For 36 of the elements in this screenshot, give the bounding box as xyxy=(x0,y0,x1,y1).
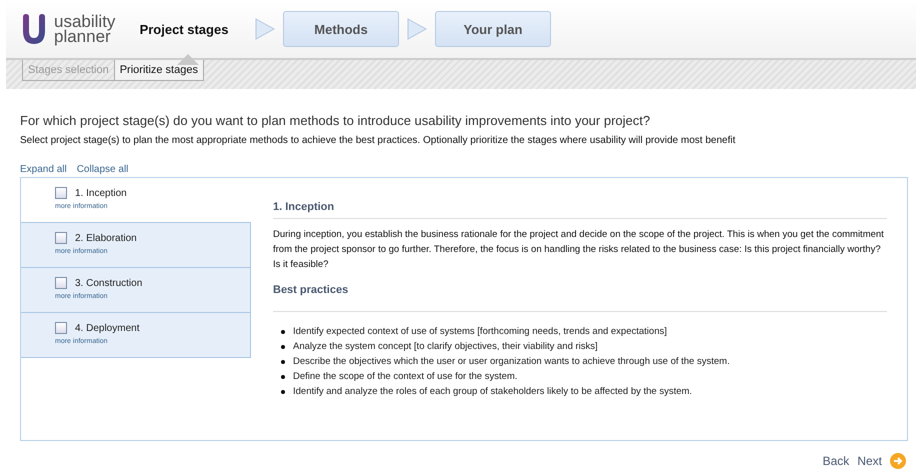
bullet-icon xyxy=(281,330,285,334)
practice-item: Define the scope of the context of use for the system. xyxy=(293,370,518,384)
practice-item: Identify and analyze the roles of each group of stakeholders likely to be affected by the system. xyxy=(293,385,692,399)
stage-title: 1. Inception xyxy=(273,201,887,219)
intro-text: Select project stage(s) to plan the most appropriate methods to achieve the best practices. Optionally prioritize the stages where usability will provide most benefit xyxy=(20,135,736,146)
logo-text: planner xyxy=(54,29,111,44)
checkbox[interactable] xyxy=(55,277,67,289)
sub-tab[interactable]: Prioritize stages xyxy=(114,60,204,81)
checkbox[interactable] xyxy=(55,232,67,244)
bullet-icon xyxy=(281,390,285,394)
question-heading: For which project stage(s) do you want to plan methods to introduce usability improvements into your project? xyxy=(20,113,652,128)
stage-description: During inception, you establish the business rationale for the project and decide on the scope of the project. This is when you get the commitment from the project sponsor to go further. Therefore, the focus is on handling the risks related to the business case: Is this project financially worthy? Is it feasible? xyxy=(273,228,885,272)
practice-item: Describe the objectives which the user or user organization wants to achieve through use of the system. xyxy=(293,355,730,369)
stage-label: 3. Construction xyxy=(75,278,142,288)
step-tab[interactable]: Methods xyxy=(283,11,399,47)
practice-item: Analyze the system concept [to clarify objectives, their viability and risks] xyxy=(293,340,598,354)
bullet-icon xyxy=(281,360,285,364)
checkbox[interactable] xyxy=(55,322,67,334)
back-link[interactable]: Back xyxy=(822,454,850,468)
practice-item: Identify expected context of use of systems [forthcoming needs, trends and expectations] xyxy=(293,325,667,339)
expand-all-link[interactable]: Expand all xyxy=(20,164,67,175)
collapse-all-link[interactable]: Collapse all xyxy=(76,164,128,175)
checkbox[interactable] xyxy=(55,187,67,199)
stage-label: 4. Deployment xyxy=(75,322,140,334)
arrow-icon xyxy=(407,18,427,40)
step-tab[interactable]: Your plan xyxy=(435,11,551,47)
next-link[interactable]: Next xyxy=(857,454,882,468)
stage-label: 1. Inception xyxy=(75,188,127,198)
stage-label: 2. Elaboration xyxy=(75,232,137,244)
logo-text: usability xyxy=(54,14,116,29)
best-practices-title: Best practices xyxy=(273,284,887,312)
bullet-icon xyxy=(281,374,285,378)
step-tab[interactable]: Project stages xyxy=(133,11,235,47)
logo-icon xyxy=(21,13,47,45)
arrow-icon xyxy=(255,18,275,40)
bullet-icon xyxy=(281,344,285,348)
